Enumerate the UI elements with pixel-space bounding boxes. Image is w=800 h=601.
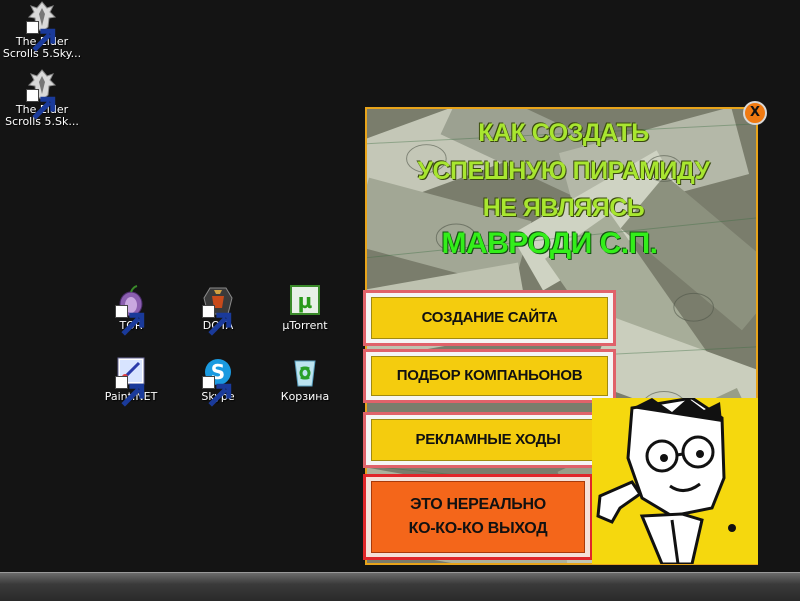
svg-text:µ: µ (298, 289, 313, 313)
shortcut-arrow-icon (202, 376, 232, 407)
desktop-icon-dota[interactable]: DOTA (174, 284, 262, 336)
shortcut-arrow-icon (202, 305, 232, 336)
shortcut-arrow-icon (115, 305, 145, 336)
desktop-icon-label: Корзина (280, 390, 330, 403)
desktop-icon-paintnet[interactable]: Paint.NET (87, 355, 175, 407)
utorrent-icon: µ (287, 284, 323, 318)
exit-label: ЭТО НЕРЕАЛЬНО КО-КО-КО ВЫХОД (371, 481, 585, 553)
desktop-icon-label: µTorrent (282, 319, 328, 332)
desktop-icon-recycle-bin[interactable]: Корзина (261, 355, 349, 403)
tor-onion-icon (113, 284, 149, 336)
create-site-button[interactable]: СОЗДАНИЕ САЙТА (363, 290, 616, 346)
pointing-cartoon-man-illustration (592, 398, 758, 564)
close-popup-button[interactable]: X (743, 101, 767, 125)
shortcut-arrow-icon (26, 21, 56, 52)
paintnet-icon (113, 355, 149, 407)
ad-moves-button[interactable]: РЕКЛАМНЫЕ ХОДЫ (363, 412, 613, 468)
create-site-label: СОЗДАНИЕ САЙТА (371, 297, 608, 339)
skyrim-icon (24, 68, 60, 120)
exit-button[interactable]: ЭТО НЕРЕАЛЬНО КО-КО-КО ВЫХОД (363, 474, 593, 560)
skype-icon: S (200, 355, 236, 407)
skyrim-icon (24, 0, 60, 52)
headline-line-4: МАВРОДИ С.П. (441, 227, 658, 260)
shortcut-arrow-icon (115, 376, 145, 407)
dota-icon (200, 284, 236, 336)
shortcut-arrow-icon (26, 89, 56, 120)
headline-line-1: КАК СОЗДАТЬ (478, 119, 649, 147)
desktop-icon-skyrim-2[interactable]: The Elder Scrolls 5.Sk... (0, 68, 86, 128)
desktop-icon-utorrent[interactable]: µ µTorrent (261, 284, 349, 332)
ad-moves-label: РЕКЛАМНЫЕ ХОДЫ (371, 419, 605, 461)
desktop-icon-skype[interactable]: S Skype (174, 355, 262, 407)
headline-line-3: НЕ ЯВЛЯЯСЬ (482, 194, 645, 222)
taskbar (0, 572, 800, 601)
desktop-icon-skyrim-1[interactable]: The Elder Scrolls 5.Sky... (0, 0, 86, 60)
find-partners-label: ПОДБОР КОМПАНЬОНОВ (371, 356, 608, 396)
find-partners-button[interactable]: ПОДБОР КОМПАНЬОНОВ (363, 349, 616, 403)
desktop-icon-tor[interactable]: TOR (87, 284, 175, 336)
recycle-bin-icon (287, 355, 323, 389)
headline-line-2: УСПЕШНУЮ ПИРАМИДУ (417, 157, 710, 185)
